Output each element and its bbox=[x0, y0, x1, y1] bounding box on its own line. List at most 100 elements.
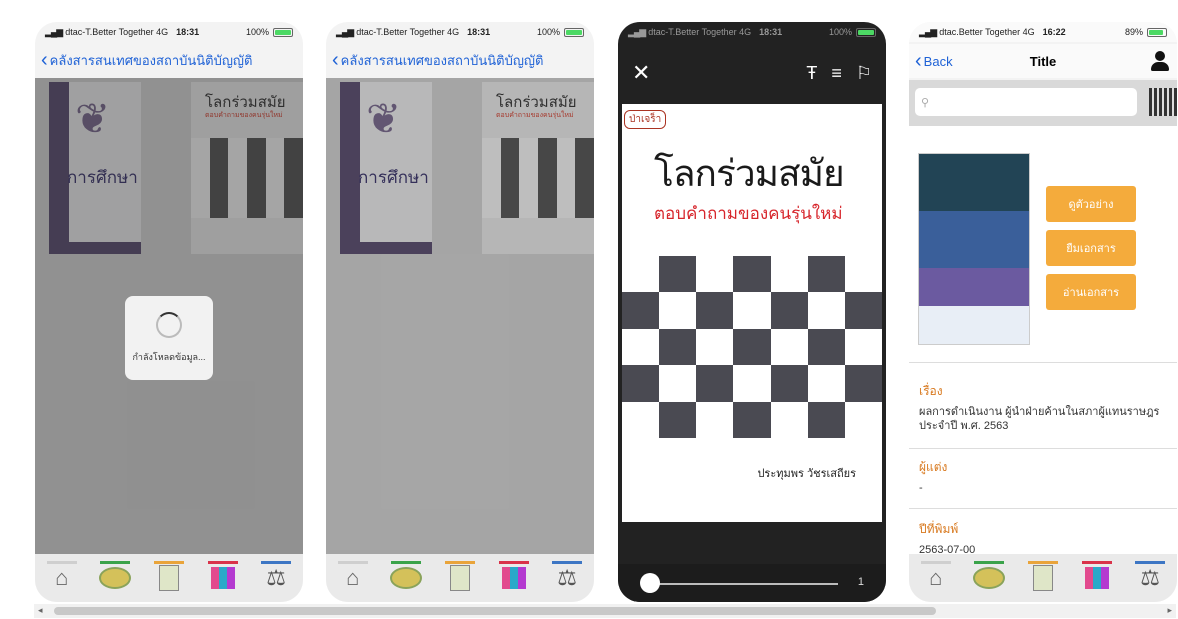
status-bar: ▂▄▆ dtac-T.Better Together 4G 18:31 100% bbox=[618, 22, 886, 42]
signal-icon: ▂▄▆ bbox=[628, 26, 646, 37]
arena-icon bbox=[99, 567, 132, 589]
page-tag: ป่าเจร็า bbox=[624, 110, 667, 129]
tab-books[interactable] bbox=[1080, 561, 1114, 595]
divider bbox=[909, 362, 1177, 363]
back-label: Back bbox=[923, 53, 953, 69]
books-icon bbox=[1084, 567, 1109, 589]
nav-bar: ‹ คลังสารสนเทศของสถาบันนิติบัญญัติ bbox=[35, 44, 303, 76]
scrollbar-thumb[interactable] bbox=[54, 607, 936, 615]
tab-books[interactable] bbox=[497, 561, 531, 595]
tab-documents[interactable] bbox=[1026, 561, 1060, 595]
battery-icon bbox=[1147, 27, 1167, 37]
list-icon[interactable]: ≡ bbox=[831, 63, 842, 84]
field-label: ปีที่พิมพ์ bbox=[919, 522, 959, 536]
arena-icon bbox=[390, 567, 423, 589]
text-settings-icon[interactable]: Ŧ bbox=[806, 63, 817, 84]
document-icon bbox=[158, 565, 179, 591]
field-label: ผู้แต่ง bbox=[919, 460, 948, 474]
clock: 18:31 bbox=[176, 27, 200, 37]
carrier-label: dtac-T.Better Together bbox=[65, 27, 154, 37]
nav-bar: ‹ คลังสารสนเทศของสถาบันนิติบัญญัติ bbox=[326, 44, 594, 76]
phone-screen-detail: ▂▄▆ dtac.Better Together 4G 16:22 89% ‹ … bbox=[909, 22, 1177, 602]
tab-books[interactable] bbox=[206, 561, 240, 595]
slider-track bbox=[648, 583, 838, 585]
tab-documents[interactable] bbox=[152, 561, 186, 595]
tab-law[interactable]: ⚖ bbox=[550, 561, 584, 595]
home-icon: ⌂ bbox=[346, 565, 360, 590]
carrier-label: dtac.Better Together bbox=[939, 27, 1021, 37]
bookshelf-icon[interactable] bbox=[1149, 88, 1177, 116]
bookmark-icon[interactable]: ⚐ bbox=[856, 63, 872, 84]
borrow-button[interactable]: ยืมเอกสาร bbox=[1046, 230, 1136, 266]
network-label: 4G bbox=[1022, 27, 1035, 37]
signal-icon: ▂▄▆ bbox=[45, 26, 63, 37]
scale-icon: ⚖ bbox=[1140, 565, 1161, 590]
chevron-left-icon: ‹ bbox=[332, 49, 339, 71]
tab-home[interactable]: ⌂ bbox=[336, 561, 370, 595]
loading-hud: กำลังโหลดข้อมูล... bbox=[125, 296, 213, 380]
chevron-left-icon: ‹ bbox=[41, 49, 48, 71]
phone-screen-reader: ▂▄▆ dtac-T.Better Together 4G 18:31 100%… bbox=[618, 22, 886, 602]
tab-parliament[interactable] bbox=[98, 561, 132, 595]
back-button[interactable]: ‹ คลังสารสนเทศของสถาบันนิติบัญญัติ bbox=[41, 50, 252, 71]
clock: 18:31 bbox=[759, 27, 783, 37]
book-title: โลกร่วมสมัย bbox=[654, 153, 845, 194]
tab-bar: ⌂ ⚖ bbox=[326, 554, 594, 602]
divider bbox=[909, 508, 1177, 509]
network-label: 4G bbox=[156, 27, 169, 37]
arena-icon bbox=[973, 567, 1006, 589]
preview-button[interactable]: ดูตัวอย่าง bbox=[1046, 186, 1136, 222]
tab-law[interactable]: ⚖ bbox=[259, 561, 293, 595]
field-author: ผู้แต่ง - bbox=[919, 458, 1167, 495]
phone-screen-loading: ▂▄▆ dtac-T.Better Together 4G 18:31 100%… bbox=[35, 22, 303, 602]
tab-parliament[interactable] bbox=[389, 561, 423, 595]
status-bar: ▂▄▆ dtac-T.Better Together 4G 18:31 100% bbox=[35, 22, 303, 42]
tab-documents[interactable] bbox=[443, 561, 477, 595]
tab-parliament[interactable] bbox=[972, 561, 1006, 595]
field-year: ปีที่พิมพ์ 2563-07-00 bbox=[919, 520, 1167, 557]
battery-label: 89% bbox=[1124, 27, 1143, 37]
search-input[interactable]: ⚲ bbox=[915, 88, 1137, 116]
signal-icon: ▂▄▆ bbox=[919, 26, 937, 37]
scroll-right-icon[interactable]: ▸ bbox=[1167, 605, 1172, 616]
tab-home[interactable]: ⌂ bbox=[45, 561, 79, 595]
chevron-left-icon: ‹ bbox=[915, 50, 922, 72]
page-slider[interactable]: 1 bbox=[618, 564, 886, 602]
back-button[interactable]: ‹ Back bbox=[915, 50, 953, 72]
back-label: คลังสารสนเทศของสถาบันนิติบัญญัติ bbox=[340, 52, 544, 68]
battery-icon bbox=[273, 27, 293, 37]
tab-home[interactable]: ⌂ bbox=[919, 561, 953, 595]
photo-grid bbox=[622, 256, 882, 438]
network-label: 4G bbox=[447, 27, 460, 37]
battery-label: 100% bbox=[828, 27, 852, 37]
clock: 16:22 bbox=[1042, 27, 1066, 37]
search-bar: ⚲ bbox=[909, 80, 1177, 126]
document-icon bbox=[1032, 565, 1053, 591]
battery-icon bbox=[564, 27, 584, 37]
field-subject: เรื่อง ผลการดำเนินงาน ผู้นำฝ่ายค้านในสภา… bbox=[919, 382, 1167, 433]
user-icon[interactable] bbox=[1149, 50, 1171, 72]
reader-toolbar: ✕ Ŧ ≡ ⚐ bbox=[618, 44, 886, 102]
tab-bar: ⌂ ⚖ bbox=[35, 554, 303, 602]
book-page: ป่าเจร็า โลกร่วมสมัย ตอบคำถามของคนรุ่นให… bbox=[622, 104, 882, 522]
back-button[interactable]: ‹ คลังสารสนเทศของสถาบันนิติบัญญัติ bbox=[332, 50, 543, 71]
horizontal-scrollbar[interactable]: ◂ ▸ bbox=[34, 604, 1176, 618]
scroll-left-icon[interactable]: ◂ bbox=[38, 605, 43, 616]
carrier-label: dtac-T.Better Together bbox=[648, 27, 737, 37]
slider-knob[interactable] bbox=[640, 573, 660, 593]
book-shelf: ❦ การศึกษา โลกร่วมสมัย ตอบคำถามของคนรุ่น… bbox=[326, 78, 594, 554]
nav-bar: ‹ Back Title bbox=[909, 44, 1177, 78]
home-icon: ⌂ bbox=[929, 565, 943, 590]
book-subtitle: ตอบคำถามของคนรุ่นใหม่ bbox=[654, 204, 843, 223]
read-button[interactable]: อ่านเอกสาร bbox=[1046, 274, 1136, 310]
battery-label: 100% bbox=[536, 27, 560, 37]
document-cover bbox=[919, 154, 1029, 344]
field-value: ผลการดำเนินงาน ผู้นำฝ่ายค้านในสภาผู้แทนร… bbox=[919, 406, 1160, 432]
document-icon bbox=[449, 565, 470, 591]
tab-law[interactable]: ⚖ bbox=[1133, 561, 1167, 595]
close-icon[interactable]: ✕ bbox=[632, 60, 650, 86]
search-icon: ⚲ bbox=[921, 96, 930, 109]
back-label: คลังสารสนเทศของสถาบันนิติบัญญัติ bbox=[49, 52, 253, 68]
dim-overlay bbox=[326, 78, 594, 554]
spinner-icon bbox=[156, 312, 182, 338]
